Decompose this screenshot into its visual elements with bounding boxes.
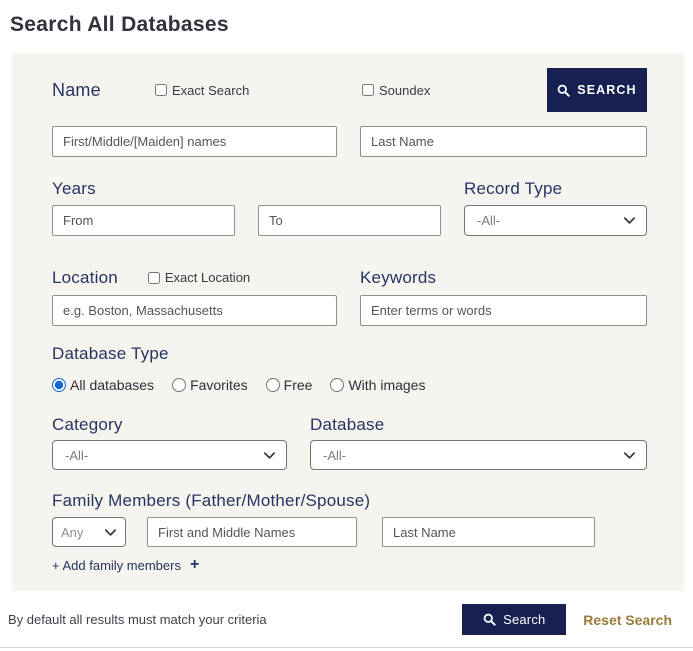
exact-location-checkbox[interactable] bbox=[147, 271, 160, 284]
search-form-panel: Name Exact Search Soundex SEARCH Years R… bbox=[12, 53, 684, 591]
name-section-label: Name bbox=[52, 79, 101, 100]
radio-all-databases[interactable]: All databases bbox=[52, 377, 154, 393]
years-section-label: Years bbox=[52, 179, 96, 198]
record-type-section-label: Record Type bbox=[464, 179, 563, 198]
soundex-label: Soundex bbox=[379, 82, 431, 98]
keywords-input[interactable] bbox=[360, 295, 647, 326]
plus-icon: + bbox=[189, 556, 200, 573]
family-relation-select[interactable]: Any bbox=[52, 517, 126, 547]
page-title: Search All Databases bbox=[10, 13, 229, 36]
category-select-value: -All- bbox=[65, 447, 89, 463]
location-input[interactable] bbox=[52, 295, 337, 326]
all-databases-label: All databases bbox=[70, 377, 155, 393]
family-relation-select-value: Any bbox=[61, 524, 84, 540]
free-radio[interactable] bbox=[265, 378, 280, 392]
chevron-down-icon bbox=[623, 451, 636, 459]
years-to-input[interactable] bbox=[258, 205, 441, 236]
add-family-members-label: + Add family members bbox=[52, 557, 181, 573]
exact-location-checkbox-group[interactable]: Exact Location bbox=[147, 270, 251, 285]
years-from-input[interactable] bbox=[52, 205, 235, 236]
exact-search-checkbox-group[interactable]: Exact Search bbox=[155, 83, 362, 98]
search-button-top-label: SEARCH bbox=[577, 83, 637, 97]
radio-free[interactable]: Free bbox=[265, 377, 313, 393]
search-icon bbox=[557, 84, 570, 97]
search-button-bottom-label: Search bbox=[503, 612, 546, 627]
database-type-radio-row: All databases Favorites Free With images bbox=[52, 377, 647, 393]
search-icon bbox=[483, 613, 496, 626]
exact-search-checkbox[interactable] bbox=[155, 84, 167, 96]
database-section-label: Database bbox=[310, 415, 385, 434]
location-keywords-grid: Location Exact Location Keywords bbox=[52, 260, 647, 326]
name-inputs-row bbox=[52, 126, 647, 157]
favorites-label: Favorites bbox=[190, 377, 248, 393]
exact-location-label: Exact Location bbox=[164, 270, 251, 285]
database-select[interactable]: -All- bbox=[310, 440, 647, 470]
name-row: Name Exact Search Soundex SEARCH bbox=[52, 68, 647, 112]
family-members-row: Any bbox=[52, 517, 647, 547]
chevron-down-icon bbox=[104, 528, 117, 536]
keywords-label-row: Keywords bbox=[360, 260, 647, 295]
years-record-type-grid: Years Record Type -All- bbox=[52, 179, 647, 236]
database-type-section-label: Database Type bbox=[52, 344, 169, 363]
record-type-select[interactable]: -All- bbox=[464, 205, 647, 236]
radio-favorites[interactable]: Favorites bbox=[172, 377, 248, 393]
family-last-name-input[interactable] bbox=[382, 517, 595, 547]
category-database-grid: Category Database -All- -All- bbox=[52, 415, 647, 470]
family-first-middle-input[interactable] bbox=[147, 517, 357, 547]
all-databases-radio[interactable] bbox=[52, 378, 66, 392]
location-section-label: Location bbox=[52, 267, 118, 287]
location-label-row: Location Exact Location bbox=[52, 260, 337, 295]
database-select-value: -All- bbox=[323, 447, 347, 463]
search-button-bottom[interactable]: Search bbox=[462, 604, 567, 635]
soundex-checkbox[interactable] bbox=[362, 84, 374, 96]
reset-search-link[interactable]: Reset Search bbox=[583, 612, 672, 628]
first-middle-names-input[interactable] bbox=[52, 126, 337, 157]
radio-with-images[interactable]: With images bbox=[330, 377, 425, 393]
footer-note: By default all results must match your c… bbox=[8, 612, 267, 627]
last-name-input[interactable] bbox=[360, 126, 647, 157]
add-family-members-link[interactable]: + Add family members + bbox=[52, 556, 199, 574]
chevron-down-icon bbox=[263, 451, 276, 459]
bottom-divider bbox=[0, 647, 693, 648]
footer-row: By default all results must match your c… bbox=[8, 604, 672, 635]
soundex-checkbox-group[interactable]: Soundex bbox=[362, 83, 430, 98]
search-button-top[interactable]: SEARCH bbox=[547, 68, 647, 112]
chevron-down-icon bbox=[623, 217, 636, 224]
family-members-section-label: Family Members (Father/Mother/Spouse) bbox=[52, 491, 371, 510]
with-images-radio[interactable] bbox=[330, 378, 345, 392]
favorites-radio[interactable] bbox=[172, 378, 187, 392]
free-label: Free bbox=[283, 377, 313, 393]
with-images-label: With images bbox=[348, 377, 426, 393]
category-section-label: Category bbox=[52, 415, 123, 434]
category-select[interactable]: -All- bbox=[52, 440, 287, 470]
record-type-select-value: -All- bbox=[477, 213, 501, 228]
keywords-section-label: Keywords bbox=[360, 267, 437, 287]
exact-search-label: Exact Search bbox=[172, 82, 250, 98]
